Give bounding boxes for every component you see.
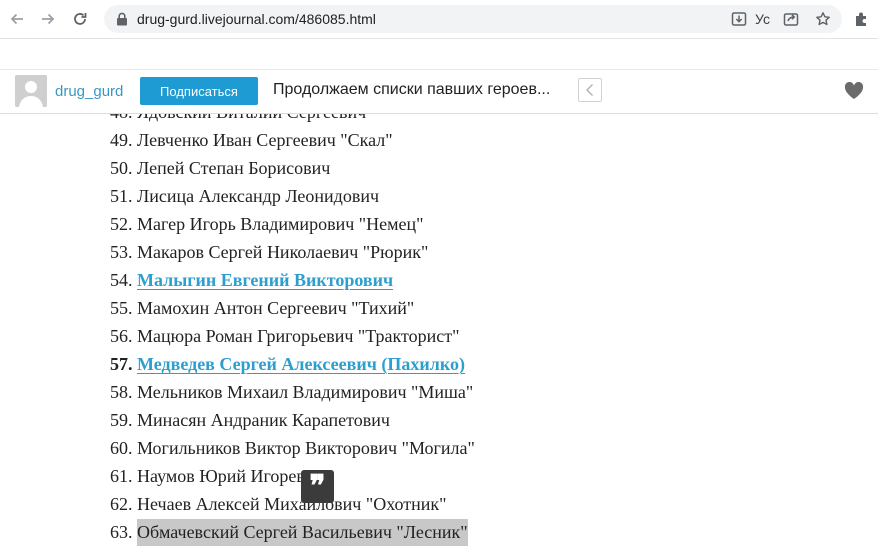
list-item: 60. Могильников Виктор Викторович "Могил… — [110, 438, 475, 458]
share-icon — [783, 13, 799, 26]
translate-label[interactable]: Ус — [755, 11, 770, 27]
list-item: 53. Макаров Сергей Николаевич "Рюрик" — [110, 242, 429, 262]
list-item: 55. Мамохин Антон Сергеевич "Тихий" — [110, 298, 415, 318]
list-item: 56. Мацюра Роман Григорьевич "Тракторист… — [110, 326, 460, 346]
quote-button[interactable]: ❞ — [301, 470, 334, 503]
browser-toolbar: drug-gurd.livejournal.com/486085.html Ус — [0, 0, 878, 39]
install-button[interactable] — [730, 10, 748, 28]
list-item: 51. Лисица Александр Леонидович — [110, 186, 380, 206]
reload-button[interactable] — [70, 9, 90, 29]
hero-link[interactable]: Медведев Сергей Алексеевич (Пахилко) — [137, 354, 465, 374]
share-button[interactable] — [782, 10, 800, 28]
reload-icon — [74, 13, 87, 25]
list-item: 63. Обмачевский Сергей Васильевич "Лесни… — [110, 518, 475, 546]
previous-post-button[interactable] — [578, 78, 602, 102]
quote-icon: ❞ — [309, 468, 326, 504]
list-item: 62. Нечаев Алексей Михайлович "Охотник" — [110, 494, 447, 514]
bookmark-button[interactable] — [814, 10, 832, 28]
puzzle-icon[interactable] — [853, 10, 871, 28]
username-link[interactable]: drug_gurd — [55, 83, 123, 100]
chevron-left-icon — [585, 83, 594, 97]
address-bar[interactable]: drug-gurd.livejournal.com/486085.html Ус — [104, 5, 842, 33]
list-item: 50. Лепей Степан Борисович — [110, 158, 331, 178]
lock-icon — [117, 12, 127, 26]
list-item: 59. Минасян Андраник Карапетович — [110, 410, 390, 430]
fallen-heroes-list: 48. Ядовский Виталий Сергеевич 49. Левче… — [110, 98, 475, 546]
journal-header: drug_gurd Подписаться Продолжаем списки … — [0, 69, 878, 114]
back-button[interactable] — [7, 9, 27, 29]
arrow-right-icon — [42, 13, 55, 25]
download-icon — [731, 12, 747, 26]
selected-text[interactable]: Обмачевский Сергей Васильевич "Лесник" — [137, 519, 468, 546]
star-icon — [816, 12, 830, 26]
post-title: Продолжаем списки павших героев... — [273, 81, 551, 98]
subscribe-button[interactable]: Подписаться — [140, 77, 258, 105]
list-item: 58. Мельников Михаил Владимирович "Миша" — [110, 382, 474, 402]
avatar[interactable] — [15, 75, 47, 107]
list-item: 54. Малыгин Евгений Викторович — [110, 270, 394, 290]
hero-link[interactable]: Малыгин Евгений Викторович — [137, 270, 393, 290]
heart-icon[interactable] — [844, 82, 864, 100]
list-item: 57. Медведев Сергей Алексеевич (Пахилко) — [110, 354, 465, 374]
list-item: 49. Левченко Иван Сергеевич "Скал" — [110, 130, 393, 150]
list-item: 61. Наумов Юрий Игоревич — [110, 466, 324, 486]
url-text: drug-gurd.livejournal.com/486085.html — [137, 11, 376, 27]
forward-button[interactable] — [38, 9, 58, 29]
list-item: 52. Магер Игорь Владимирович "Немец" — [110, 214, 424, 234]
user-placeholder-icon — [15, 75, 47, 107]
arrow-left-icon — [10, 13, 23, 25]
